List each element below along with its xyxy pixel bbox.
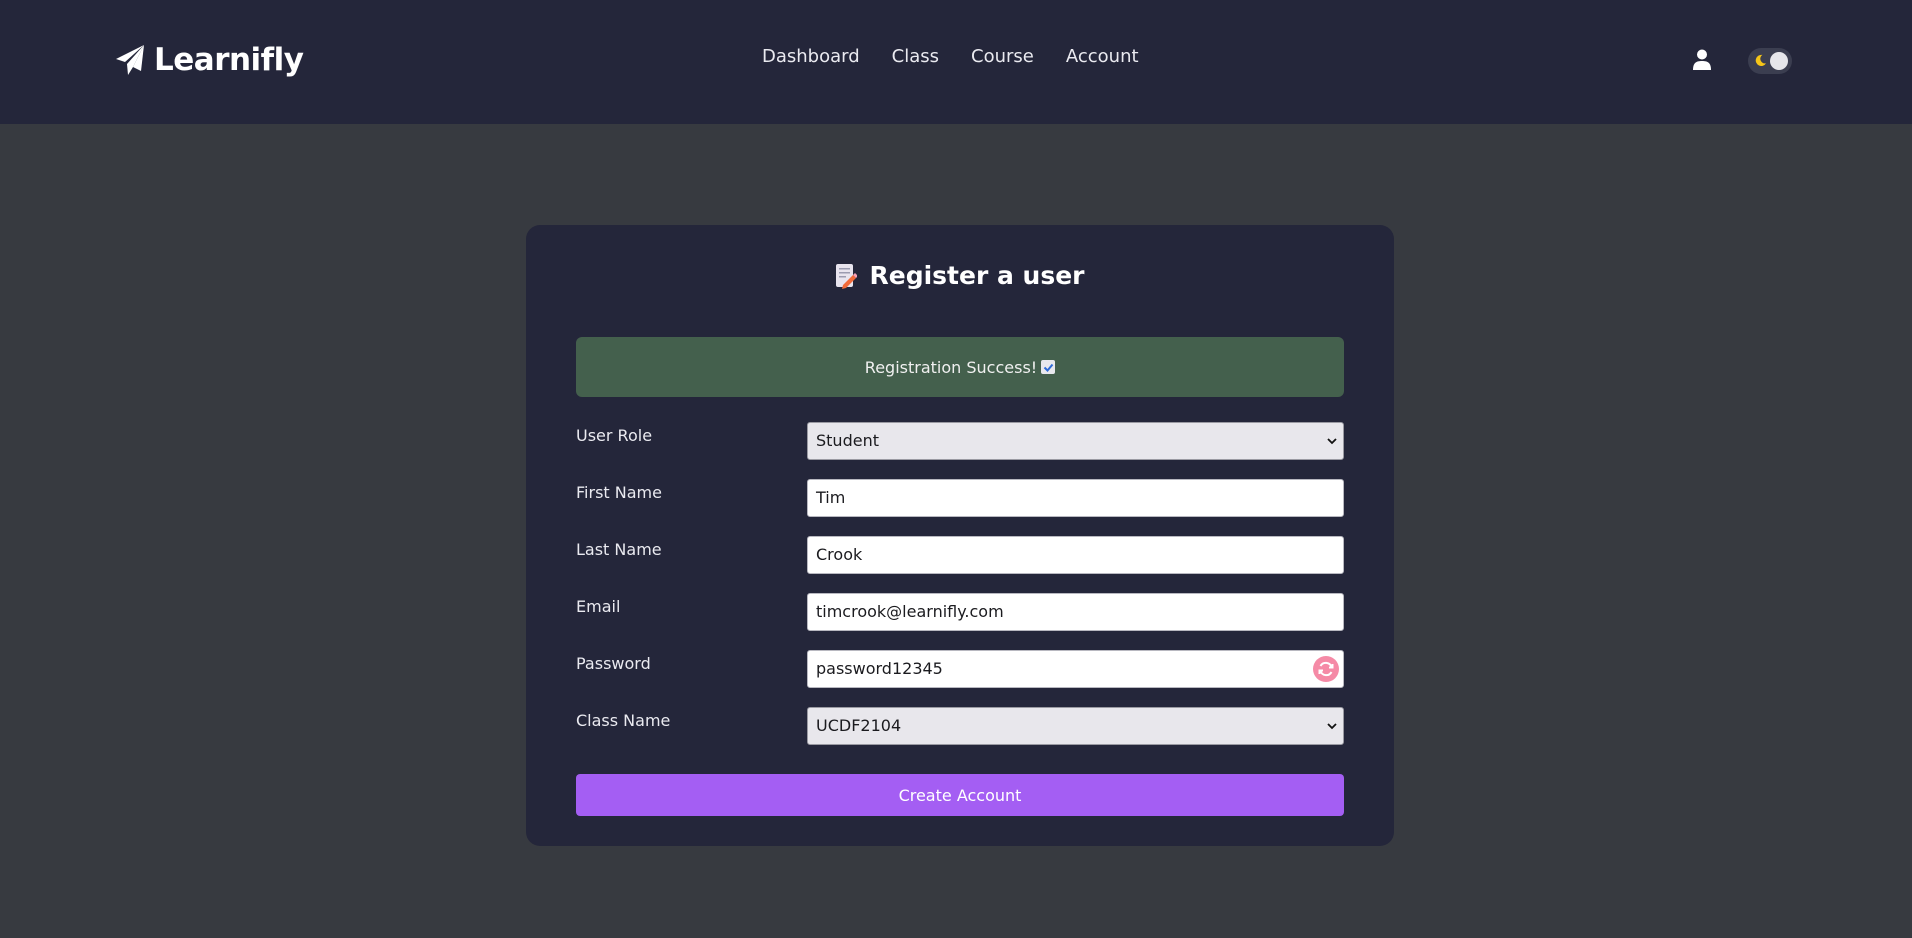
password-label: Password <box>576 654 651 673</box>
brand-logo[interactable]: Learnifly <box>114 42 304 78</box>
page-title-text: Register a user <box>869 261 1085 290</box>
create-account-button[interactable]: Create Account <box>576 774 1344 816</box>
user-role-row: User Role Student <box>576 422 1344 460</box>
password-input[interactable]: password12345 <box>807 650 1344 688</box>
check-box-icon <box>1041 360 1056 374</box>
toggle-knob <box>1770 52 1788 70</box>
refresh-icon[interactable] <box>1313 656 1339 682</box>
first-name-input[interactable]: Tim <box>807 479 1344 517</box>
password-row: Password password12345 <box>576 650 1344 688</box>
user-role-value: Student <box>816 431 879 450</box>
nav-account[interactable]: Account <box>1066 46 1139 67</box>
main-nav: Dashboard Class Course Account <box>762 46 1139 67</box>
first-name-label: First Name <box>576 483 662 502</box>
class-name-row: Class Name UCDF2104 <box>576 707 1344 745</box>
first-name-row: First Name Tim <box>576 479 1344 517</box>
top-navbar: Learnifly Dashboard Class Course Account <box>0 0 1912 124</box>
chevron-down-icon <box>1327 723 1337 730</box>
email-label: Email <box>576 597 621 616</box>
email-input[interactable]: timcrook@learnifly.com <box>807 593 1344 631</box>
email-row: Email timcrook@learnifly.com <box>576 593 1344 631</box>
last-name-input[interactable]: Crook <box>807 536 1344 574</box>
class-name-select[interactable]: UCDF2104 <box>807 707 1344 745</box>
page-title: Register a user <box>526 261 1394 290</box>
class-name-label: Class Name <box>576 711 671 730</box>
user-icon[interactable] <box>1692 48 1712 72</box>
nav-dashboard[interactable]: Dashboard <box>762 46 860 67</box>
nav-class[interactable]: Class <box>892 46 939 67</box>
last-name-row: Last Name Crook <box>576 536 1344 574</box>
moon-icon <box>1755 54 1767 66</box>
user-role-select[interactable]: Student <box>807 422 1344 460</box>
memo-icon <box>836 263 858 289</box>
user-role-label: User Role <box>576 426 653 445</box>
brand-name: Learnifly <box>154 42 304 78</box>
success-alert: Registration Success! <box>576 337 1344 397</box>
alert-text: Registration Success! <box>864 357 1038 377</box>
theme-toggle[interactable] <box>1748 48 1792 74</box>
password-value: password12345 <box>816 659 943 678</box>
class-name-value: UCDF2104 <box>816 716 902 735</box>
chevron-down-icon <box>1327 438 1337 445</box>
last-name-label: Last Name <box>576 540 662 559</box>
nav-course[interactable]: Course <box>971 46 1034 67</box>
paper-plane-icon <box>116 45 144 75</box>
register-user-card: Register a user Registration Success! Us… <box>526 225 1394 846</box>
